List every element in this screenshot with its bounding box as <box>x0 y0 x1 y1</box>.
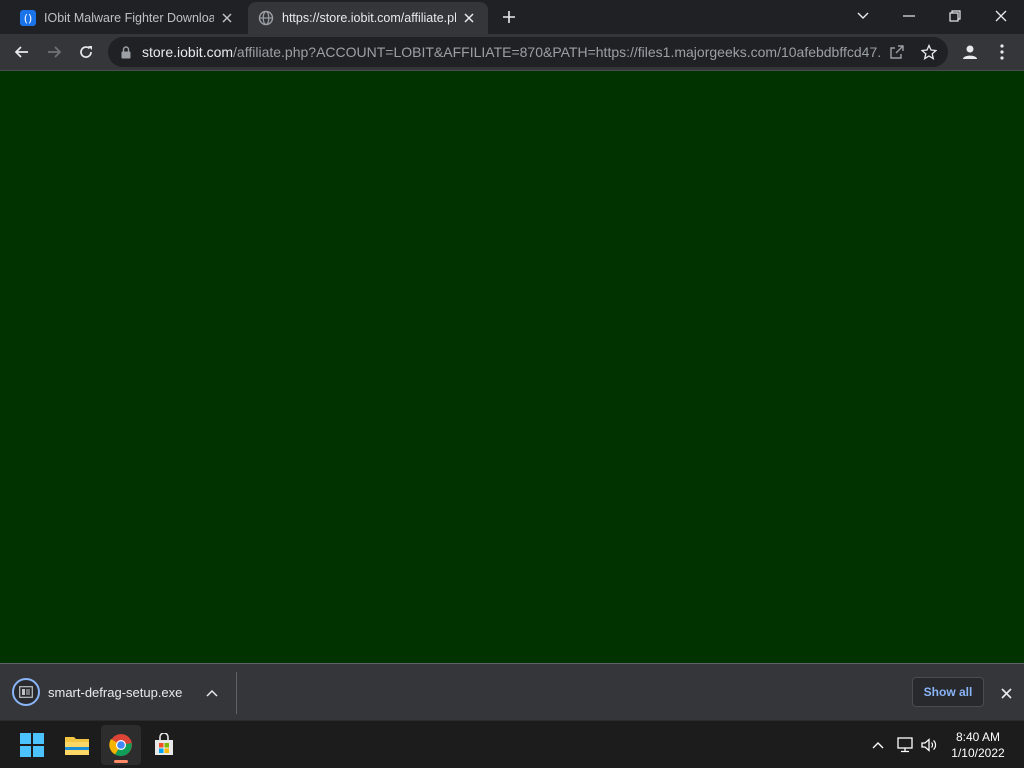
file-explorer-icon[interactable] <box>57 725 97 765</box>
tab-store-iobit[interactable]: https://store.iobit.com/affiliate.php <box>248 2 488 34</box>
address-bar[interactable]: store.iobit.com/affiliate.php?ACCOUNT=LO… <box>108 37 948 67</box>
page-content <box>0 71 1024 663</box>
system-clock[interactable]: 8:40 AM 1/10/2022 <box>940 729 1016 761</box>
lock-icon[interactable] <box>118 44 134 60</box>
microsoft-store-icon[interactable] <box>144 725 184 765</box>
clock-date: 1/10/2022 <box>951 746 1005 760</box>
url-host: store.iobit.com <box>142 44 234 60</box>
svg-text:(): () <box>24 12 33 25</box>
tab-title: IObit Malware Fighter Download <box>44 11 214 25</box>
menu-kebab-icon[interactable] <box>988 38 1016 66</box>
show-all-button[interactable]: Show all <box>912 677 984 707</box>
reload-button[interactable] <box>72 38 100 66</box>
download-item[interactable]: smart-defrag-setup.exe <box>12 676 182 708</box>
tab-strip: () IObit Malware Fighter Download https:… <box>0 0 1024 34</box>
new-tab-button[interactable] <box>498 6 520 28</box>
active-app-indicator <box>114 760 128 763</box>
close-tab-icon[interactable] <box>460 9 478 27</box>
tab-iobit-download[interactable]: () IObit Malware Fighter Download <box>10 2 246 34</box>
tab-search-button[interactable] <box>843 2 883 30</box>
browser-toolbar: store.iobit.com/affiliate.php?ACCOUNT=LO… <box>0 34 1024 71</box>
profile-button[interactable] <box>956 38 984 66</box>
chrome-icon[interactable] <box>101 725 141 765</box>
close-tab-icon[interactable] <box>218 9 236 27</box>
windows-start-icon[interactable] <box>12 725 52 765</box>
close-window-button[interactable] <box>981 2 1021 30</box>
iobit-favicon-icon: () <box>20 10 36 26</box>
minimize-button[interactable] <box>889 2 929 30</box>
close-shelf-icon[interactable] <box>996 683 1016 703</box>
restore-button[interactable] <box>935 2 975 30</box>
url-text: store.iobit.com/affiliate.php?ACCOUNT=LO… <box>142 44 882 60</box>
installer-file-icon <box>12 678 40 706</box>
globe-icon <box>258 10 274 26</box>
url-path: /affiliate.php?ACCOUNT=LOBIT&AFFILIATE=8… <box>233 44 882 60</box>
network-icon[interactable] <box>895 735 915 755</box>
chevron-up-icon[interactable] <box>203 684 221 702</box>
bookmark-star-icon[interactable] <box>920 43 938 61</box>
clock-time: 8:40 AM <box>955 730 1001 744</box>
forward-button[interactable] <box>40 38 68 66</box>
tab-title: https://store.iobit.com/affiliate.php <box>282 11 456 25</box>
chevron-up-tray-icon[interactable] <box>868 735 888 755</box>
windows-taskbar: 8:40 AM 1/10/2022 <box>0 720 1024 768</box>
back-button[interactable] <box>8 38 36 66</box>
download-file-name: smart-defrag-setup.exe <box>48 684 183 700</box>
shelf-divider <box>236 672 237 714</box>
share-icon[interactable] <box>888 43 906 61</box>
download-shelf: smart-defrag-setup.exe Show all <box>0 663 1024 720</box>
volume-icon[interactable] <box>919 735 939 755</box>
